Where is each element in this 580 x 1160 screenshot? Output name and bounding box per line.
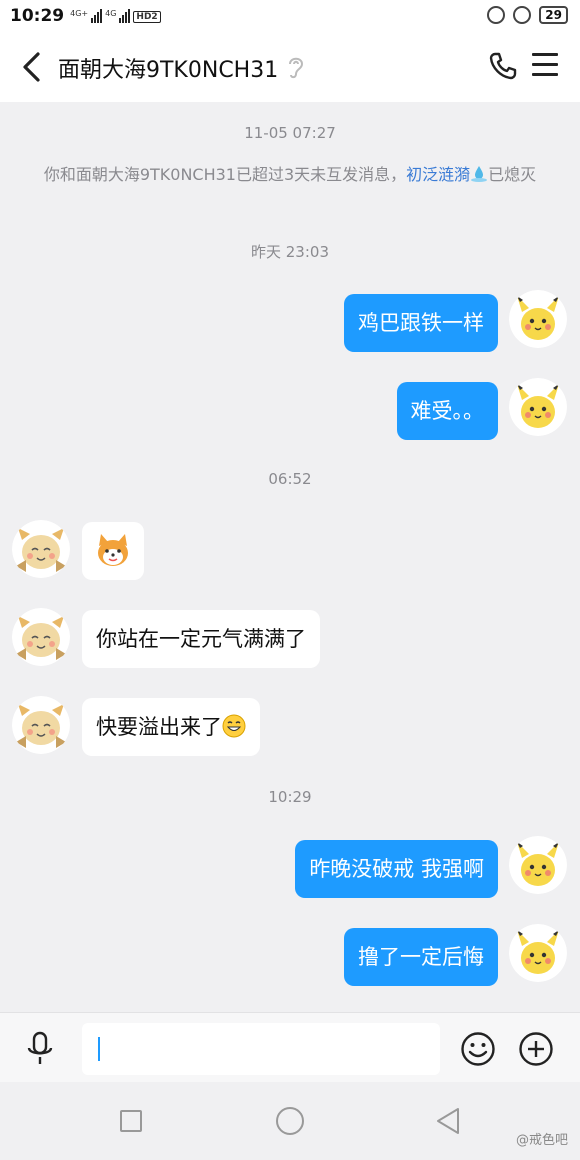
avatar-contact[interactable] (12, 696, 70, 754)
chat-header: 面朝大海9TK0NCH31 (0, 32, 580, 102)
back-triangle-icon[interactable] (434, 1106, 462, 1136)
message-bubble-outgoing[interactable]: 昨晚没破戒 我强啊 (295, 840, 498, 898)
grin-emoji-icon (222, 702, 246, 738)
system-nav-bar: @戒色吧 (0, 1082, 580, 1160)
shiba-sticker (98, 534, 128, 566)
timestamp: 10:29 (268, 788, 312, 806)
avatar-self[interactable] (509, 836, 567, 894)
signal-icon-2 (119, 9, 131, 23)
droplet-icon (470, 165, 488, 183)
signal-icon (91, 9, 103, 23)
message-bubble-incoming[interactable]: 快要溢出来了 (82, 698, 260, 756)
status-time: 10:29 (10, 6, 65, 26)
home-button[interactable] (276, 1107, 304, 1135)
input-bar (0, 1012, 580, 1082)
avatar-self[interactable] (509, 378, 567, 436)
avatar-self[interactable] (509, 924, 567, 982)
phone-icon[interactable] (488, 51, 518, 81)
hd-badge: HD2 (133, 11, 161, 23)
ear-icon[interactable] (286, 54, 306, 80)
signal-group: 4G+ 4G HD2 (70, 9, 161, 23)
avatar-contact[interactable] (12, 520, 70, 578)
battery-indicator: 29 (539, 6, 568, 24)
timestamp: 昨天 23:03 (251, 243, 329, 261)
text-caret (98, 1037, 100, 1061)
recents-button[interactable] (120, 1110, 142, 1132)
message-list[interactable]: 11-05 07:27 你和面朝大海9TK0NCH31已超过3天未互发消息，初泛… (0, 102, 580, 1012)
streak-link[interactable]: 初泛涟漪 (406, 165, 470, 184)
menu-icon[interactable] (532, 53, 558, 79)
network-label-2: 4G (105, 9, 117, 18)
watermark: @戒色吧 (515, 1133, 568, 1148)
message-bubble-outgoing[interactable]: 撸了一定后悔 (344, 928, 498, 986)
timestamp: 06:52 (268, 470, 312, 488)
message-bubble-incoming[interactable] (82, 522, 144, 580)
timestamp: 11-05 07:27 (244, 124, 336, 142)
alarm-icon (513, 6, 532, 24)
network-label-1: 4G+ (70, 9, 89, 18)
smiley-icon[interactable] (460, 1031, 496, 1067)
message-bubble-outgoing[interactable]: 鸡巴跟铁一样 (344, 294, 498, 352)
system-message-tail: 已熄灭 (488, 165, 537, 184)
status-bar: 10:29 4G+ 4G HD2 29 (0, 0, 580, 32)
avatar-self[interactable] (509, 290, 567, 348)
lock-rotation-icon (487, 6, 506, 24)
message-text: 快要溢出来了 (96, 715, 222, 739)
message-bubble-incoming[interactable]: 你站在一定元气满满了 (82, 610, 320, 668)
plus-circle-icon[interactable] (518, 1031, 554, 1067)
message-input[interactable] (82, 1023, 440, 1075)
avatar-contact[interactable] (12, 608, 70, 666)
system-message: 你和面朝大海9TK0NCH31已超过3天未互发消息，初泛涟漪 已熄灭 (30, 162, 550, 188)
chevron-left-icon[interactable] (18, 50, 48, 84)
mic-icon[interactable] (24, 1031, 56, 1067)
message-bubble-outgoing[interactable]: 难受。。 (396, 382, 498, 440)
system-message-text: 你和面朝大海9TK0NCH31已超过3天未互发消息， (43, 165, 407, 184)
chat-title[interactable]: 面朝大海9TK0NCH31 (58, 52, 278, 84)
